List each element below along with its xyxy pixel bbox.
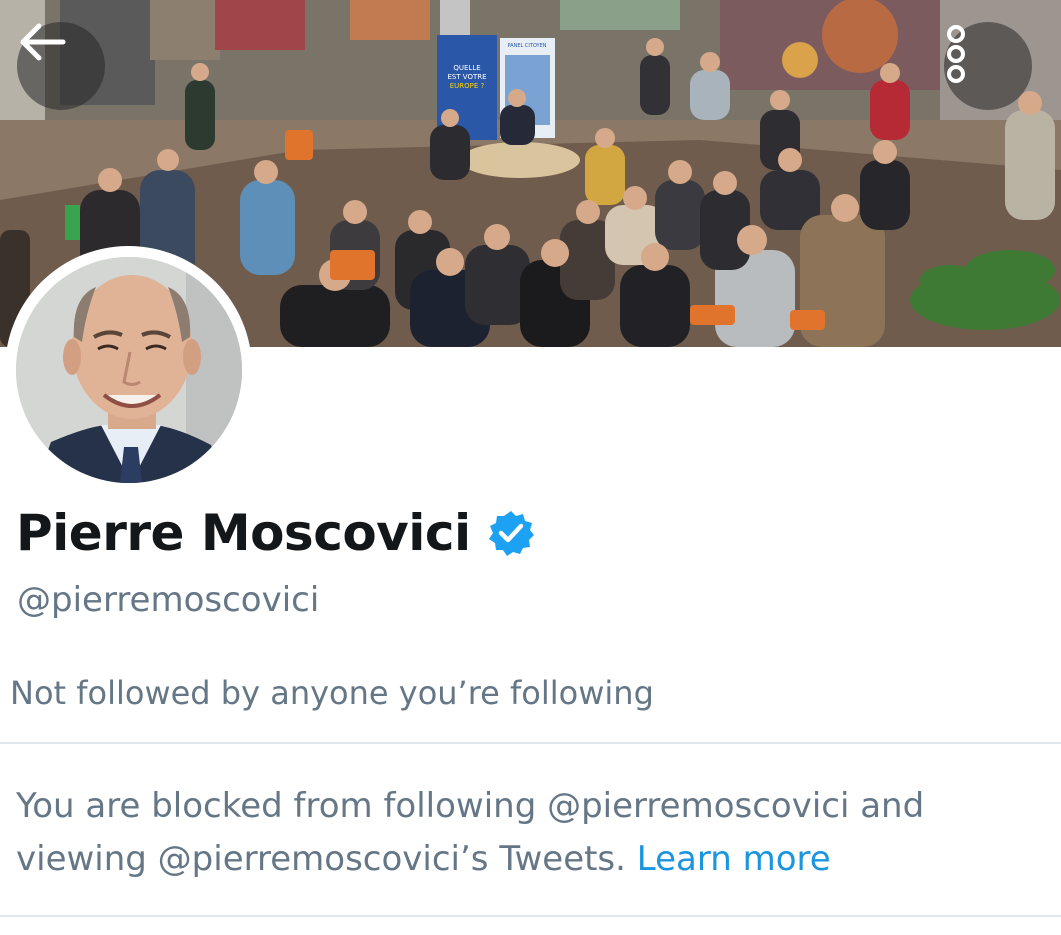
followers-you-know-note: Not followed by anyone you’re following (10, 674, 654, 712)
divider (0, 915, 1061, 917)
svg-text:PANEL CITOYEN: PANEL CITOYEN (507, 43, 546, 49)
avatar-photo (16, 257, 242, 483)
profile-name: Pierre Moscovici (16, 504, 471, 562)
more-options-button[interactable] (944, 22, 1032, 110)
learn-more-link[interactable]: Learn more (637, 839, 831, 879)
blocked-notice: You are blocked from following @pierremo… (16, 780, 1046, 886)
back-button[interactable] (17, 22, 105, 110)
svg-text:EUROPE ?: EUROPE ? (450, 82, 485, 90)
svg-text:EST VOTRE: EST VOTRE (447, 73, 486, 81)
svg-text:QUELLE: QUELLE (453, 64, 480, 72)
divider (0, 742, 1061, 744)
avatar[interactable] (16, 257, 242, 483)
profile-handle: @pierremoscovici (17, 580, 320, 620)
profile-name-row: Pierre Moscovici (16, 498, 535, 568)
verified-badge-icon (487, 509, 535, 557)
